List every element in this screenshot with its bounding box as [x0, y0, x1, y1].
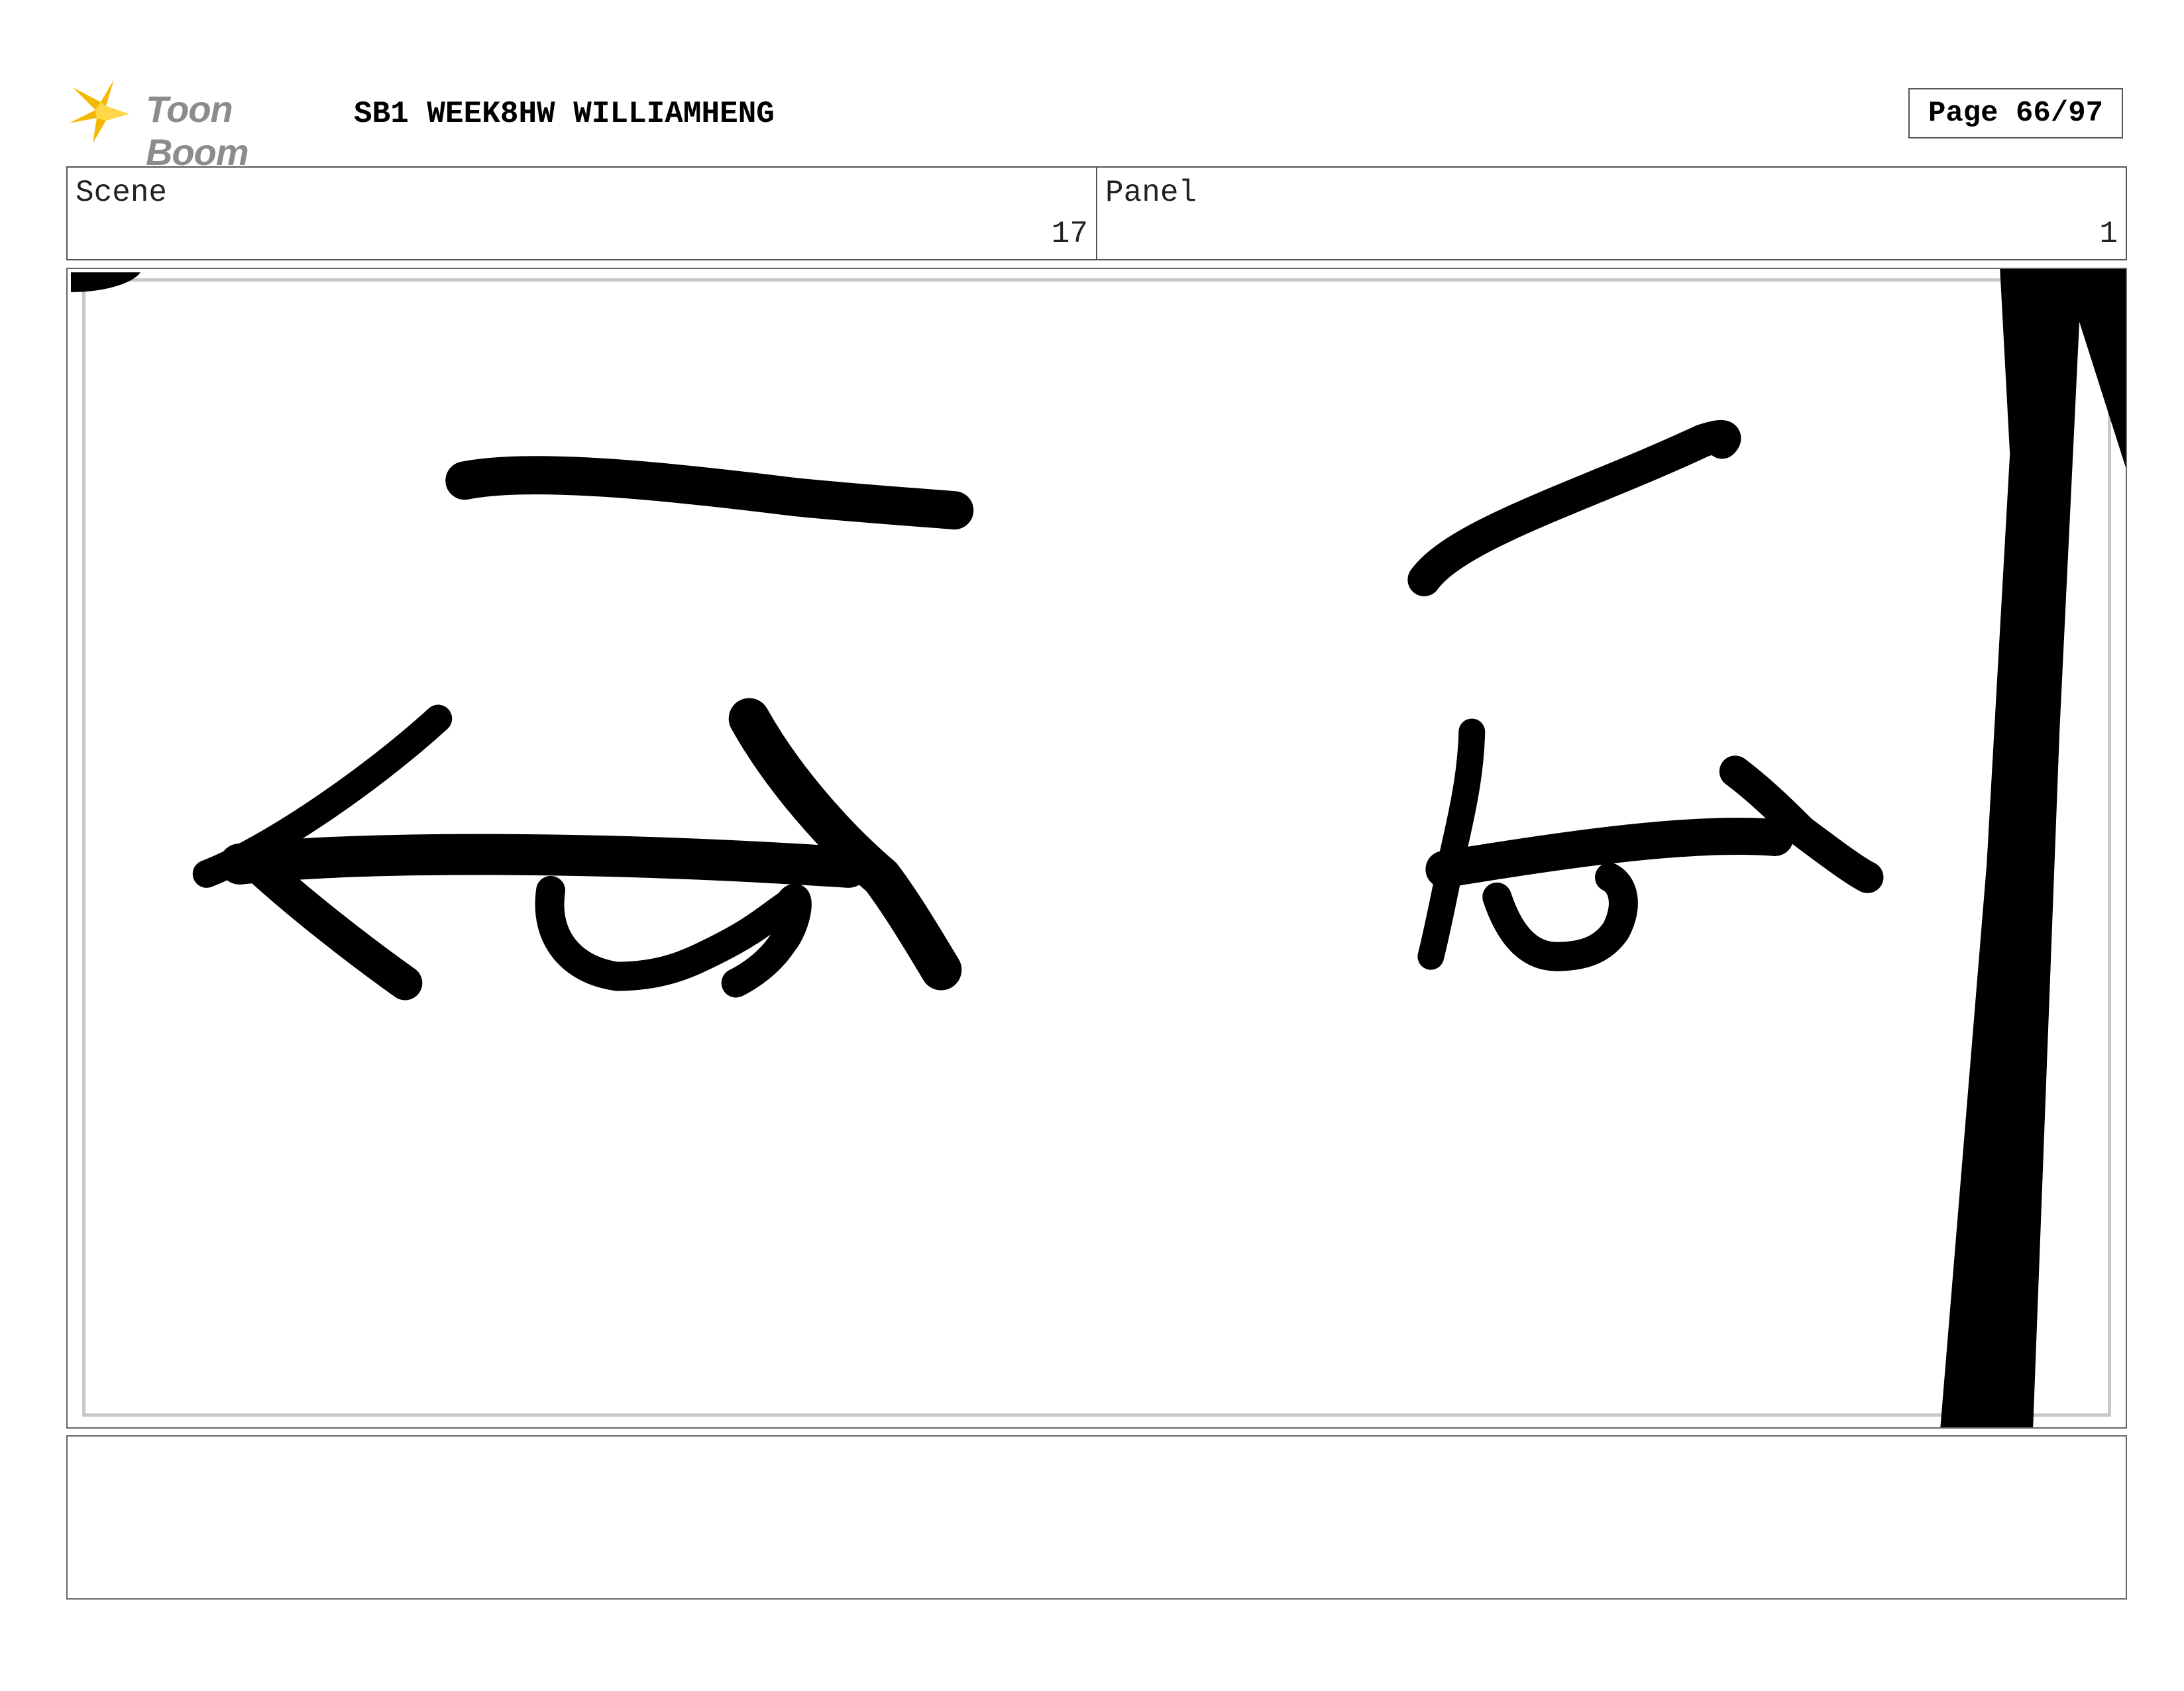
panel-value: 1: [2099, 217, 2118, 251]
scene-panel-info: Scene 17 Panel 1: [66, 166, 2127, 260]
scene-cell: Scene 17: [68, 168, 1096, 259]
notes-box: [66, 1435, 2127, 1600]
left-eye-line: [219, 834, 869, 888]
storyboard-panel: [66, 268, 2127, 1429]
right-eyebrow-stroke: [1407, 419, 1741, 596]
right-eye-upper-stroke: [1417, 718, 1486, 970]
scene-label: Scene: [76, 176, 168, 210]
face-edge-right: [1940, 269, 2093, 1427]
left-pupil: [535, 875, 812, 998]
left-eye-lower-lid: [239, 847, 423, 1001]
toon-boom-star-icon: [69, 80, 129, 143]
toon-boom-logo: Toon Boom: [66, 74, 331, 173]
right-pupil: [1482, 862, 1638, 971]
panel-label: Panel: [1105, 176, 1197, 210]
logo-text: Toon Boom: [146, 88, 249, 173]
page-number: Page 66/97: [1908, 88, 2123, 138]
corner-mark-top-left: [70, 272, 140, 292]
panel-cell: Panel 1: [1096, 168, 2126, 259]
left-eyebrow-stroke: [445, 456, 974, 530]
scene-value: 17: [1051, 217, 1088, 251]
panel-drawing: [70, 269, 2126, 1427]
document-title: SB1 WEEK8HW WILLIAMHENG: [354, 97, 775, 131]
